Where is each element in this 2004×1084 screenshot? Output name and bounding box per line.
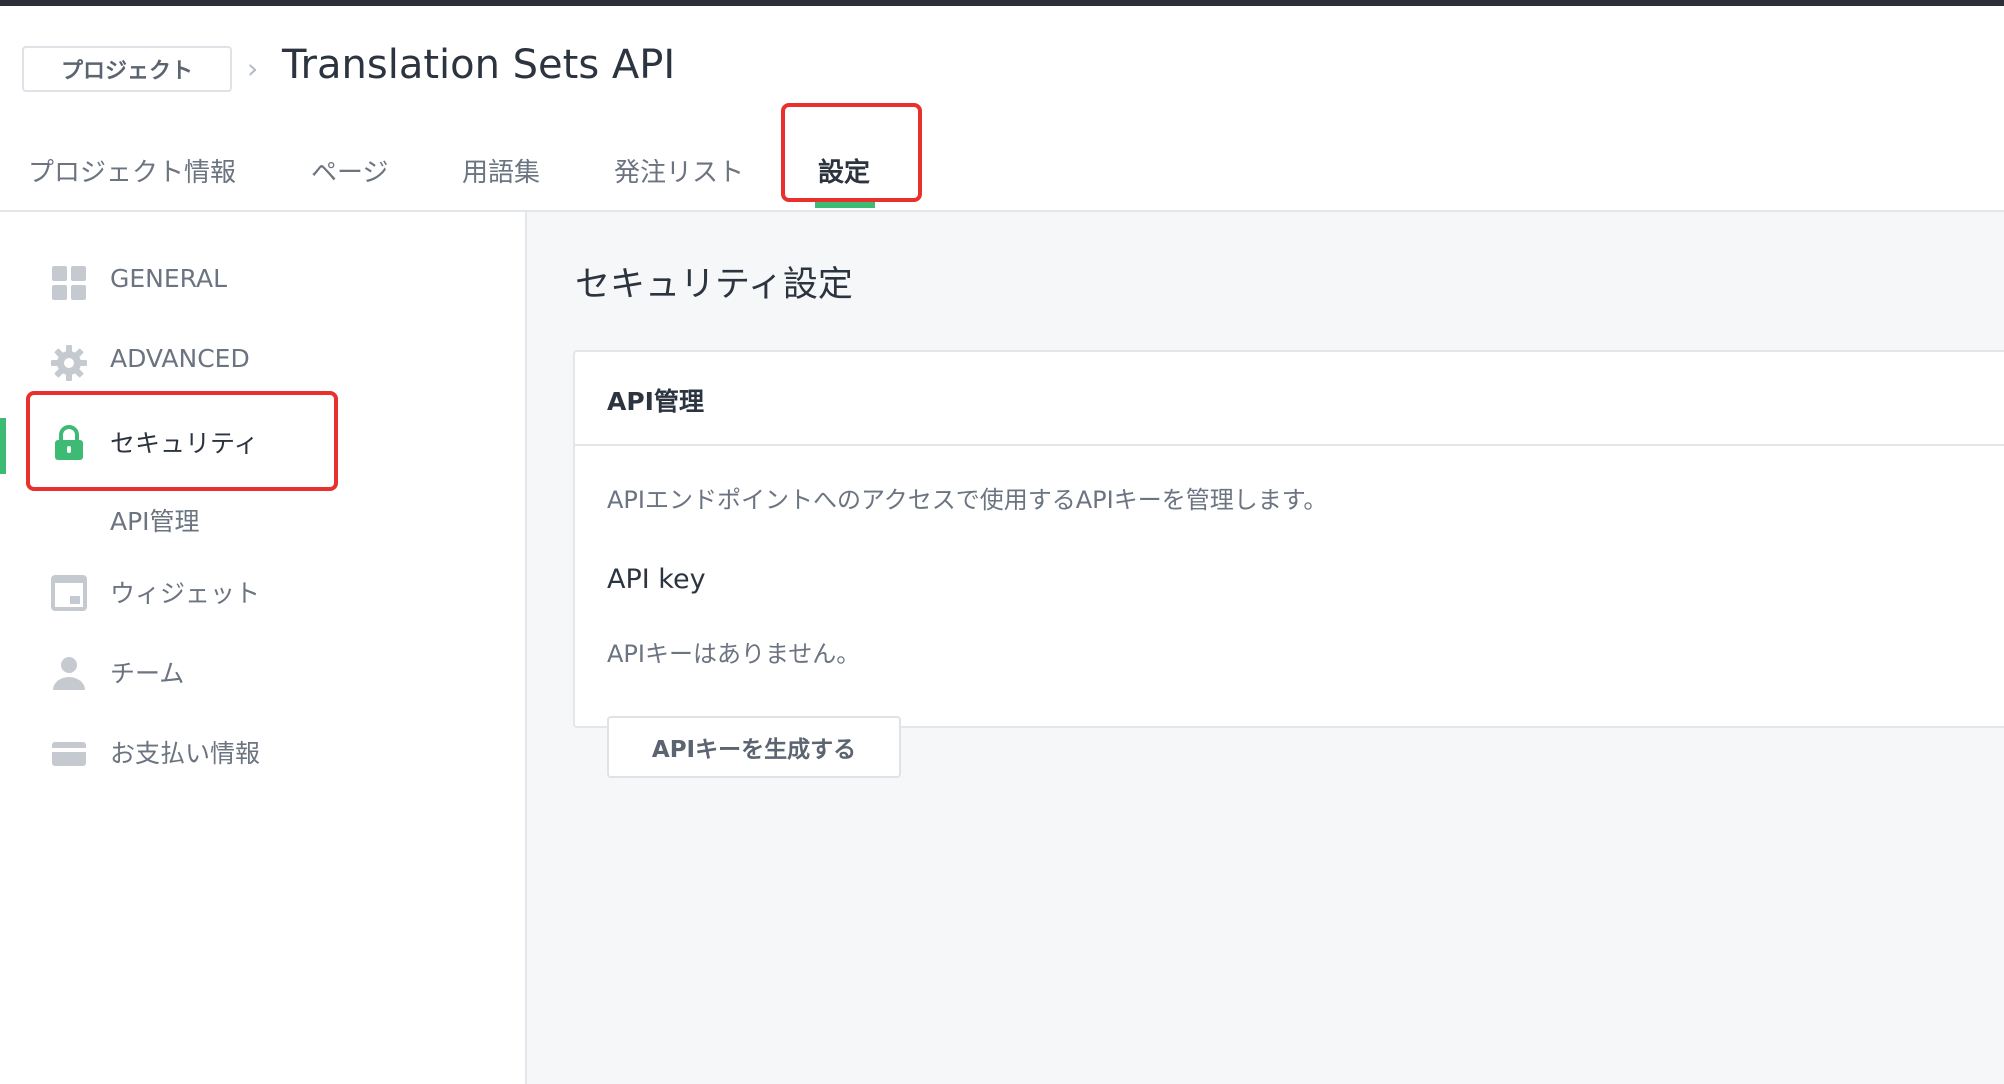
user-icon [53, 657, 85, 690]
sidebar-subitem-api-management[interactable]: API管理 [110, 502, 200, 538]
grid-icon [52, 266, 86, 300]
api-management-card: API管理 APIエンドポイントへのアクセスで使用するAPIキーを管理します。 … [573, 350, 2004, 778]
sidebar-item-label: GENERAL [110, 264, 228, 293]
sidebar-item-advanced[interactable]: ADVANCED [0, 330, 525, 394]
sidebar-item-widget[interactable]: ウィジェット [0, 560, 525, 624]
widget-icon [51, 575, 87, 611]
sidebar-item-label: ADVANCED [110, 344, 250, 373]
sidebar-item-billing[interactable]: お支払い情報 [0, 720, 525, 784]
credit-card-icon [52, 742, 86, 766]
active-tab-indicator [815, 202, 875, 208]
chevron-right-icon: › [247, 52, 259, 85]
page-title: Translation Sets API [282, 42, 676, 88]
main-content: セキュリティ設定 API管理 APIエンドポイントへのアクセスで使用するAPIキ… [527, 212, 2004, 1084]
gear-icon [51, 345, 87, 381]
tab-project-info[interactable]: プロジェクト情報 [28, 152, 236, 189]
sidebar-item-label: お支払い情報 [110, 739, 261, 768]
card-title: API管理 [607, 387, 704, 416]
section-title: セキュリティ設定 [575, 265, 853, 305]
sidebar-item-general[interactable]: GENERAL [0, 250, 525, 314]
tab-bar: プロジェクト情報 ページ 用語集 発注リスト 設定 [0, 140, 2004, 212]
card-description: APIエンドポイントへのアクセスで使用するAPIキーを管理します。 [607, 486, 1328, 514]
top-bar [0, 0, 2004, 6]
highlight-box-security [26, 391, 338, 491]
tab-pages[interactable]: ページ [311, 152, 388, 189]
breadcrumb-projects-button[interactable]: プロジェクト [22, 46, 232, 92]
sidebar: GENERAL ADVANCED セキュリティ API管理 ウィジェット チーム… [0, 212, 527, 1084]
highlight-box-settings-tab [781, 103, 922, 202]
generate-api-key-button[interactable]: APIキーを生成する [607, 716, 901, 778]
sidebar-item-team[interactable]: チーム [0, 640, 525, 704]
sidebar-item-label: チーム [110, 659, 185, 688]
card-header: API管理 [575, 352, 2004, 446]
no-api-key-message: APIキーはありません。 [607, 640, 861, 668]
api-key-heading: API key [607, 564, 706, 595]
tab-order-list[interactable]: 発注リスト [614, 152, 744, 189]
sidebar-item-label: ウィジェット [110, 579, 261, 608]
tab-glossary[interactable]: 用語集 [462, 152, 540, 189]
